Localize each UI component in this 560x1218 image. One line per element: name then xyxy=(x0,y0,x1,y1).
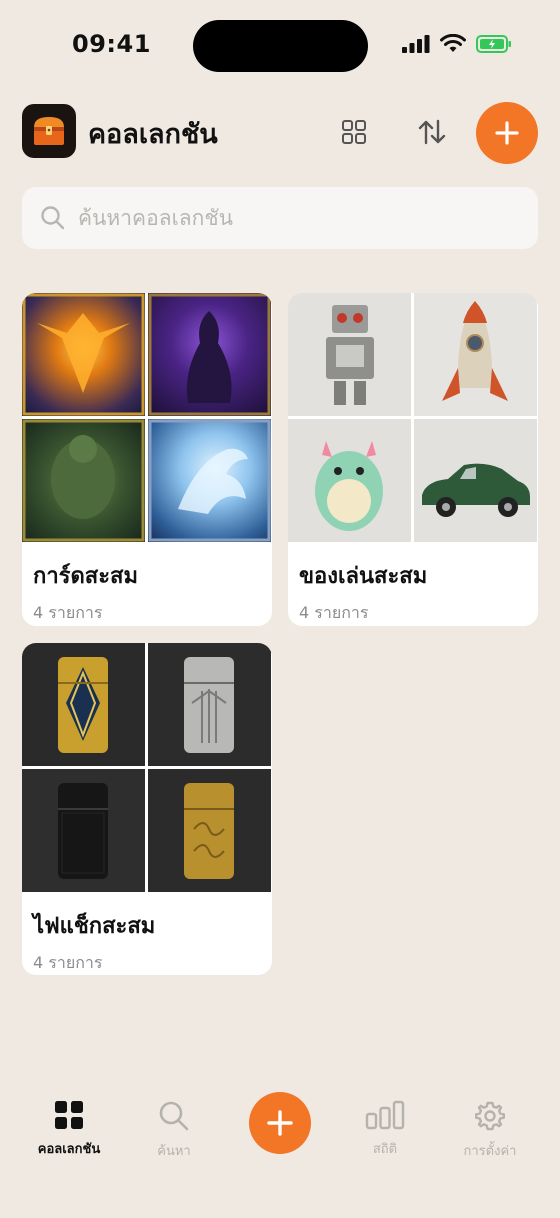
collection-count: 4 รายการ xyxy=(299,603,369,622)
tab-settings[interactable]: การตั้งค่า xyxy=(440,1100,540,1161)
ice-dragon-card-image xyxy=(148,419,271,542)
green-monster-figure-image xyxy=(288,419,411,542)
tab-label: ค้นหา xyxy=(157,1144,191,1159)
sort-icon xyxy=(418,119,446,145)
collection-thumbnail-grid xyxy=(288,293,537,542)
header: คอลเลกชัน xyxy=(22,102,538,164)
collection-card-trading-cards[interactable]: การ์ดสะสม 4 รายการ xyxy=(22,293,272,626)
collection-card-lighters[interactable]: ไฟแช็กสะสม 4 รายการ xyxy=(22,643,272,975)
collection-thumbnail-grid xyxy=(22,293,271,542)
treasure-chest-icon xyxy=(34,117,64,145)
tab-collections[interactable]: คอลเลกชัน xyxy=(19,1100,119,1159)
add-collection-button[interactable] xyxy=(476,102,538,164)
status-bar: 09:41 xyxy=(0,0,560,90)
stats-icon xyxy=(365,1100,405,1130)
add-item-button[interactable] xyxy=(249,1092,311,1154)
status-icons xyxy=(402,34,512,53)
tab-label: การตั้งค่า xyxy=(463,1144,517,1159)
tab-bar: คอลเลกชัน ค้นหา สถิติ การตั้งค่า xyxy=(0,1080,560,1218)
collection-name: ไฟแช็กสะสม xyxy=(33,914,156,939)
dark-sorceress-card-image xyxy=(148,293,271,416)
collection-card-toys[interactable]: ของเล่นสะสม 4 รายการ xyxy=(288,293,538,626)
tab-label: สถิติ xyxy=(372,1142,398,1157)
page-title: คอลเลกชัน xyxy=(88,119,218,150)
tab-label: คอลเลกชัน xyxy=(37,1142,101,1157)
collection-count: 4 รายการ xyxy=(33,953,103,972)
phoenix-card-image xyxy=(22,293,145,416)
grid-icon xyxy=(55,1101,83,1129)
gold-art-deco-lighter-image xyxy=(22,643,145,766)
search-icon xyxy=(159,1101,189,1131)
tab-stats[interactable]: สถิติ xyxy=(335,1100,435,1159)
search-placeholder: ค้นหาคอลเลกชัน xyxy=(78,205,233,230)
plus-icon xyxy=(267,1110,293,1136)
collection-count: 4 รายการ xyxy=(33,603,103,622)
dynamic-island xyxy=(193,20,368,72)
forest-golem-card-image xyxy=(22,419,145,542)
silver-lighter-image xyxy=(148,643,271,766)
black-lighter-image xyxy=(22,769,145,892)
tin-robot-image xyxy=(288,293,411,416)
tin-rocket-image xyxy=(414,293,537,416)
collection-thumbnail-grid xyxy=(22,643,271,892)
gear-icon xyxy=(475,1101,505,1131)
search-icon xyxy=(41,206,65,230)
sort-button[interactable] xyxy=(408,108,456,156)
battery-icon xyxy=(476,34,511,53)
grid-view-button[interactable] xyxy=(330,108,378,156)
plus-icon xyxy=(495,121,519,145)
green-classic-car-image xyxy=(414,419,537,542)
brass-engraved-lighter-image xyxy=(148,769,271,892)
status-time: 09:41 xyxy=(72,30,151,58)
search-input[interactable]: ค้นหาคอลเลกชัน xyxy=(22,187,538,249)
wifi-icon xyxy=(440,34,466,52)
collection-name: การ์ดสะสม xyxy=(33,564,138,589)
grid-icon xyxy=(342,120,366,144)
app-logo xyxy=(22,104,76,158)
signal-icon xyxy=(402,34,430,53)
tab-search[interactable]: ค้นหา xyxy=(124,1100,224,1161)
collection-name: ของเล่นสะสม xyxy=(299,564,428,589)
